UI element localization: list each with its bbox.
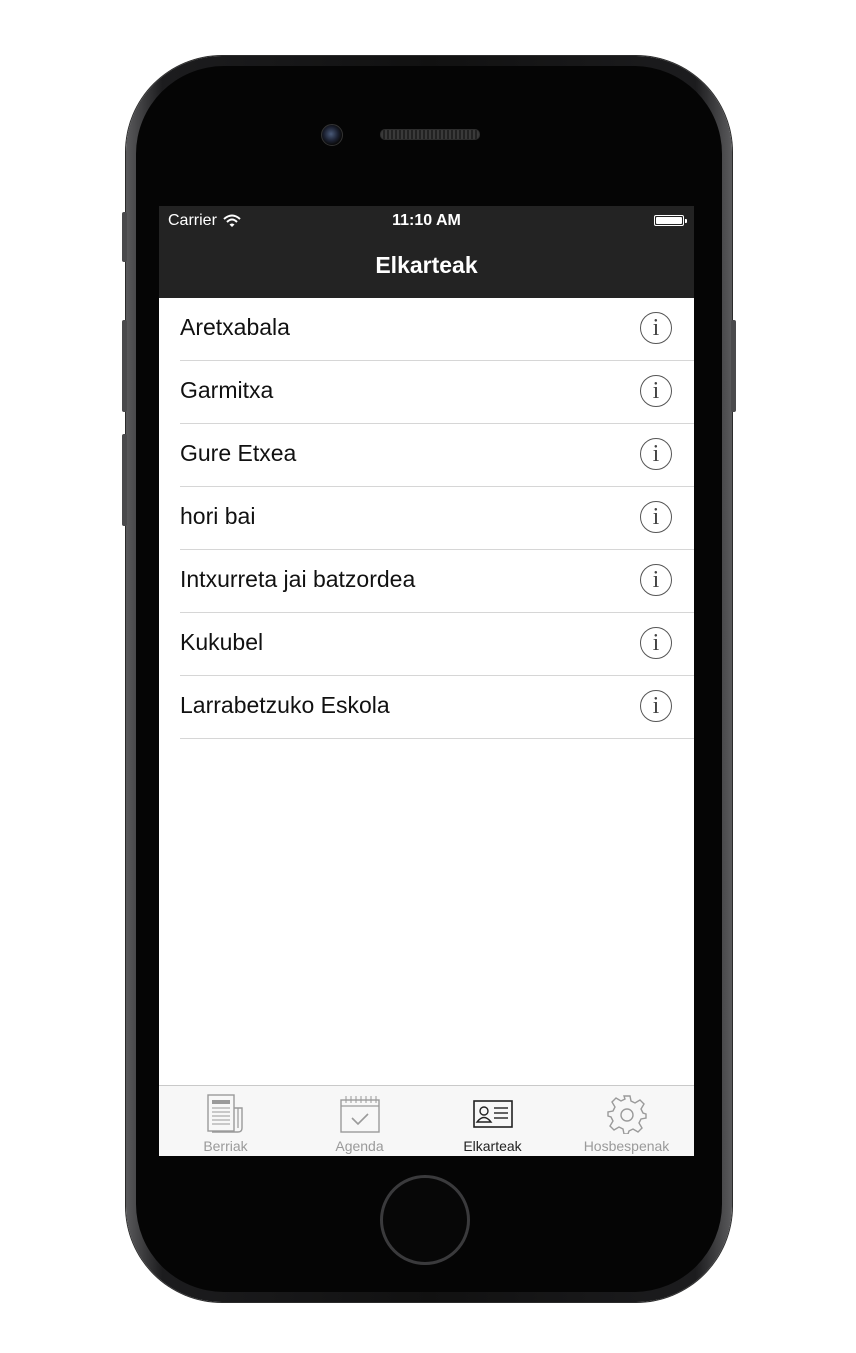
newspaper-icon xyxy=(206,1094,243,1133)
info-icon[interactable]: i xyxy=(640,627,672,659)
list-item-label: Aretxabala xyxy=(180,314,290,340)
app-screen: Carrier 11:10 AM Elkarteak Aretxabala i … xyxy=(159,206,694,1156)
info-icon[interactable]: i xyxy=(640,564,672,596)
list-item-label: Kukubel xyxy=(180,629,264,655)
list-item[interactable]: Kukubel i xyxy=(180,613,694,676)
tab-label: Hosbespenak xyxy=(583,1138,670,1154)
status-time: 11:10 AM xyxy=(392,212,461,229)
list-item-label: Intxurreta jai batzordea xyxy=(180,566,416,592)
gear-icon xyxy=(606,1095,647,1134)
info-icon[interactable]: i xyxy=(640,438,672,470)
info-icon[interactable]: i xyxy=(640,312,672,344)
mute-switch xyxy=(122,212,127,262)
info-icon[interactable]: i xyxy=(640,501,672,533)
list-item-label: Larrabetzuko Eskola xyxy=(180,692,390,718)
camera-icon xyxy=(321,124,343,146)
contact-card-icon xyxy=(472,1100,513,1128)
navigation-bar: Elkarteak xyxy=(159,236,694,298)
list-item[interactable]: Larrabetzuko Eskola i xyxy=(180,676,694,739)
tab-bar: Berriak Agenda Elkarteak Hosbespenak xyxy=(159,1085,694,1156)
speaker-grille xyxy=(380,129,480,140)
association-list: Aretxabala i Garmitxa i Gure Etxea i hor… xyxy=(159,298,694,739)
list-item[interactable]: Garmitxa i xyxy=(180,361,694,424)
list-item[interactable]: Intxurreta jai batzordea i xyxy=(180,550,694,613)
volume-up-button xyxy=(122,320,127,412)
list-item-label: Gure Etxea xyxy=(180,440,297,466)
status-bar: Carrier 11:10 AM xyxy=(159,206,694,236)
tab-label: Agenda xyxy=(335,1138,384,1154)
power-button xyxy=(731,320,736,412)
calendar-icon xyxy=(339,1096,380,1133)
tab-elkarteak[interactable]: Elkarteak xyxy=(426,1086,559,1156)
volume-down-button xyxy=(122,434,127,526)
tab-hosbespenak[interactable]: Hosbespenak xyxy=(560,1086,693,1156)
page-title: Elkarteak xyxy=(375,252,478,278)
info-icon[interactable]: i xyxy=(640,375,672,407)
list-item-label: hori bai xyxy=(180,503,256,529)
tab-label: Elkarteak xyxy=(463,1138,522,1154)
list-item[interactable]: hori bai i xyxy=(180,487,694,550)
info-icon[interactable]: i xyxy=(640,690,672,722)
home-button[interactable] xyxy=(380,1175,470,1265)
tab-berriak[interactable]: Berriak xyxy=(159,1086,292,1156)
list-item[interactable]: Gure Etxea i xyxy=(180,424,694,487)
tab-label: Berriak xyxy=(203,1138,248,1154)
list-item-label: Garmitxa xyxy=(180,377,274,403)
list-item[interactable]: Aretxabala i xyxy=(180,298,694,361)
battery-icon xyxy=(654,215,687,226)
tab-agenda[interactable]: Agenda xyxy=(293,1086,426,1156)
